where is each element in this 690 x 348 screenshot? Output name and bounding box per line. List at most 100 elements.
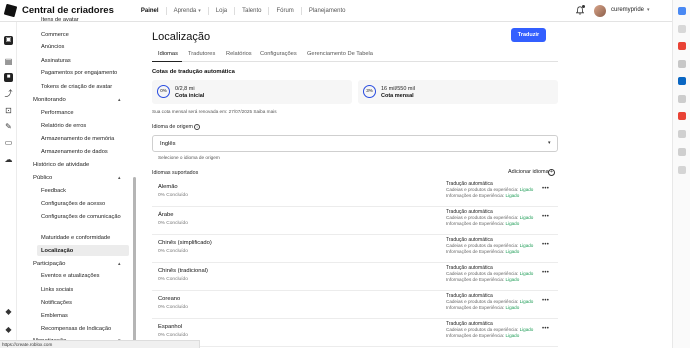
sidebar-item-emblemas[interactable]: Emblemas <box>41 313 68 319</box>
nav-painel[interactable]: Painel <box>134 7 166 15</box>
auto-translation-strings: Cadeias e produtos da experiência: Ligad… <box>446 271 534 276</box>
origin-language-select[interactable]: Inglês ▾ <box>152 135 558 152</box>
quota-title: Cotas de tradução automática <box>152 69 235 75</box>
sidebar-item-commerce[interactable]: Commerce <box>41 32 69 38</box>
tab-idiomas[interactable]: Idiomas <box>158 51 178 57</box>
sidebar-item-notificacoes[interactable]: Notificações <box>41 300 72 306</box>
roblox-studio-icon[interactable]: ◆ <box>4 307 13 316</box>
language-progress: 0% Concluído <box>158 305 188 310</box>
sidebar-item-tokens[interactable]: Tokens de criação de avatar <box>41 84 112 90</box>
more-options-icon[interactable]: ••• <box>542 242 549 248</box>
sidebar-item-relatorio-erros[interactable]: Relatório de erros <box>41 123 86 129</box>
nav-forum[interactable]: Fórum <box>268 6 300 15</box>
add-language-button[interactable]: Adicionar idioma <box>508 169 549 175</box>
more-options-icon[interactable]: ••• <box>542 326 549 332</box>
language-progress: 0% Concluído <box>158 249 188 254</box>
sidebar-section-historico[interactable]: Histórico de atividade <box>33 162 89 168</box>
youtube-icon[interactable] <box>678 112 686 120</box>
auto-translation-info: Informações de Experiência: Ligado <box>446 221 520 226</box>
chevron-up-icon[interactable]: ▴ <box>118 175 121 181</box>
sidebar-section-publico[interactable]: Público <box>33 175 52 181</box>
translate-icon[interactable]: ✎ <box>4 122 13 131</box>
tab-configuracoes[interactable]: Configurações <box>260 51 297 57</box>
add-icon[interactable] <box>678 166 686 174</box>
auto-translation-strings: Cadeias e produtos da experiência: Ligad… <box>446 327 534 332</box>
feedback-icon[interactable]: ◆ <box>4 325 13 334</box>
analytics-icon[interactable]: ⤴ <box>4 89 13 98</box>
origin-language-value: Inglês <box>160 141 176 147</box>
experience-icon[interactable]: ▣ <box>4 36 13 45</box>
pages-icon[interactable]: ▤ <box>4 57 13 66</box>
language-progress: 0% Concluído <box>158 193 188 198</box>
auto-translation-strings: Cadeias e produtos da experiência: Ligad… <box>446 215 534 220</box>
nav-aprenda[interactable]: Aprenda ▾ <box>165 6 208 15</box>
sidebar-item-armazenamento-dados[interactable]: Armazenamento de dados <box>41 149 108 155</box>
cloud-icon[interactable]: ☁ <box>4 155 13 164</box>
roblox-logo-icon[interactable] <box>3 3 18 18</box>
more-options-icon[interactable]: ••• <box>542 270 549 276</box>
brand-title[interactable]: Central de criadores <box>22 5 114 16</box>
language-row[interactable]: Alemão 0% Concluído Tradução automática Cad… <box>152 180 558 207</box>
sidebar-item-pagamentos[interactable]: Pagamentos por engajamento <box>41 70 117 76</box>
extension-icon[interactable] <box>678 7 686 15</box>
more-options-icon[interactable]: ••• <box>542 298 549 304</box>
language-row[interactable]: Árabe 0% Concluído Tradução automática Cade… <box>152 208 558 235</box>
tab-relatorios[interactable]: Relatórios <box>226 51 252 57</box>
sidebar-item-links-sociais[interactable]: Links sociais <box>41 287 73 293</box>
learn-more-link[interactable]: Saiba mais <box>253 109 276 114</box>
auto-translation-info: Informações de Experiência: Ligado <box>446 193 520 198</box>
browser-side-strip <box>672 0 690 348</box>
more-options-icon[interactable]: ••• <box>542 186 549 192</box>
status-on: Ligado <box>519 187 534 192</box>
sidebar-item-localizacao[interactable]: Localização <box>41 248 73 254</box>
sidebar-section-monitorando[interactable]: Monitorando <box>33 97 66 103</box>
notification-dot <box>582 5 585 8</box>
sidebar-item-armazenamento-memoria[interactable]: Armazenamento de memória <box>41 136 114 142</box>
add-circle-icon[interactable]: + <box>548 169 555 176</box>
sidebar-item-recompensas[interactable]: Recompensas de Indicação <box>41 326 111 332</box>
avatar[interactable] <box>594 5 606 17</box>
nav-loja[interactable]: Loja <box>207 6 234 15</box>
ads-icon[interactable]: ▭ <box>4 138 13 147</box>
quota-card-monthly: 3% 16 mil/550 mil Cota mensal <box>358 80 558 104</box>
sidebar-scrollbar[interactable] <box>133 177 136 343</box>
sidebar-item-anuncios[interactable]: Anúncios <box>41 44 64 50</box>
language-name: Alemão <box>158 184 178 190</box>
bookmark-icon[interactable]: ⊡ <box>4 106 13 115</box>
username[interactable]: curemypride <box>611 7 644 13</box>
language-row[interactable]: Coreano 0% Concluído Tradução automática Ca… <box>152 292 558 319</box>
sidebar-item-maturidade[interactable]: Maturidade e conformidade <box>41 235 110 241</box>
nav-talento[interactable]: Talento <box>234 6 268 15</box>
info-icon[interactable]: i <box>194 124 200 130</box>
sidebar-item-configuracoes-comunicacao[interactable]: Configurações de comunicação <box>41 214 121 221</box>
sidebar-item-assinaturas[interactable]: Assinaturas <box>41 58 71 64</box>
app-icon[interactable] <box>678 95 686 103</box>
language-name: Chinês (tradicional) <box>158 268 208 274</box>
sidebar-item-itens-de-avatar[interactable]: Itens de avatar <box>41 17 79 23</box>
more-options-icon[interactable]: ••• <box>542 214 549 220</box>
chevron-up-icon[interactable]: ▴ <box>118 97 121 103</box>
tool-icon[interactable] <box>678 60 686 68</box>
nav-planejamento[interactable]: Planejamento <box>300 6 353 15</box>
app-icon[interactable] <box>678 130 686 138</box>
bookmark-icon[interactable] <box>678 25 686 33</box>
auto-translation-info: Informações de Experiência: Ligado <box>446 333 520 338</box>
sidebar-item-configuracoes-acesso[interactable]: Configurações de acesso <box>41 201 105 207</box>
language-row[interactable]: Espanhol 0% Concluído Tradução automática C… <box>152 320 558 347</box>
language-row[interactable]: Chinês (tradicional) 0% Concluído Tradução… <box>152 264 558 291</box>
language-row[interactable]: Chinês (simplificado) 0% Concluído Traduçã… <box>152 236 558 263</box>
sidebar-section-participacao[interactable]: Participação <box>33 261 65 267</box>
translate-button[interactable]: Traduzir <box>511 28 546 42</box>
sidebar-item-feedback[interactable]: Feedback <box>41 188 66 194</box>
creations-icon[interactable]: ■ <box>4 73 13 82</box>
sidebar-item-performance[interactable]: Performance <box>41 110 74 116</box>
app-icon[interactable] <box>678 148 686 156</box>
chevron-up-icon[interactable]: ▴ <box>118 261 121 267</box>
tab-tradutores[interactable]: Tradutores <box>188 51 215 57</box>
sidebar-item-eventos[interactable]: Eventos e atualizações <box>41 273 100 279</box>
tab-gerenciamento[interactable]: Gerenciamento De Tabela <box>307 51 373 57</box>
linkedin-icon[interactable] <box>678 77 686 85</box>
gmail-icon[interactable] <box>678 42 686 50</box>
origin-language-help: Selecione o idioma de origem <box>158 155 220 160</box>
chevron-down-icon[interactable]: ▾ <box>647 7 650 13</box>
